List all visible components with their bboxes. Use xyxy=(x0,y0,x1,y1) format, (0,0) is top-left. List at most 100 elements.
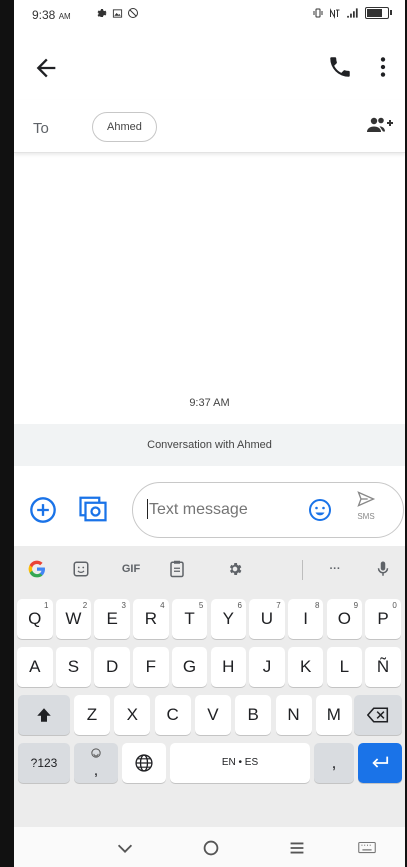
key-n[interactable]: N xyxy=(275,695,312,735)
key-g[interactable]: G xyxy=(171,647,208,687)
phone-call-icon[interactable] xyxy=(327,54,353,80)
key-v[interactable]: V xyxy=(194,695,231,735)
key-o[interactable]: O9 xyxy=(326,599,363,639)
key-l[interactable]: L xyxy=(326,647,363,687)
key-hint: 1 xyxy=(44,601,49,610)
more-options-icon[interactable] xyxy=(373,54,393,80)
gif-button[interactable]: GIF xyxy=(114,558,148,580)
enter-key[interactable] xyxy=(358,743,402,783)
key-a[interactable]: A xyxy=(17,647,53,687)
gallery-camera-icon[interactable] xyxy=(78,494,108,524)
key-label: U xyxy=(260,609,274,628)
key-row-4: ?123 , EN • ES , xyxy=(14,740,405,786)
key-hint: 0 xyxy=(392,601,397,610)
signal-icon xyxy=(347,8,358,18)
system-navigation-bar xyxy=(14,827,405,867)
send-sms-button[interactable]: SMS xyxy=(351,489,381,529)
message-input[interactable] xyxy=(149,501,299,519)
key-j[interactable]: J xyxy=(249,647,285,687)
more-tools-button[interactable]: ··· xyxy=(322,558,348,580)
period-key[interactable]: , xyxy=(314,743,354,783)
nav-home-icon[interactable] xyxy=(200,837,222,859)
key-label: Y xyxy=(222,609,234,628)
key-y[interactable]: Y6 xyxy=(210,599,246,639)
key-r[interactable]: R4 xyxy=(133,599,169,639)
key-w[interactable]: W2 xyxy=(55,599,92,639)
send-icon xyxy=(357,491,376,507)
key-e[interactable]: E3 xyxy=(94,599,130,639)
blocked-notification-icon xyxy=(128,8,138,18)
add-attachment-icon[interactable] xyxy=(29,496,57,524)
clipboard-icon[interactable] xyxy=(164,558,190,580)
key-row-1: Q1W2E3R4T5Y6U7I8O9P0 xyxy=(14,596,405,642)
message-timestamp: 9:37 AM xyxy=(189,397,230,409)
key-c[interactable]: C xyxy=(154,695,191,735)
key-hint: 9 xyxy=(353,601,359,610)
backspace-key[interactable] xyxy=(354,695,402,735)
comma-label: , xyxy=(93,762,99,779)
emoji-comma-key[interactable]: , xyxy=(74,743,118,783)
key-q[interactable]: Q1 xyxy=(17,599,53,639)
key-s[interactable]: S xyxy=(55,647,92,687)
vibrate-icon xyxy=(313,8,323,18)
key-label: Q xyxy=(28,609,42,628)
key-label: E xyxy=(106,609,118,628)
google-g-icon[interactable] xyxy=(24,558,50,580)
symbols-key[interactable]: ?123 xyxy=(18,743,70,783)
keyboard-settings-icon[interactable] xyxy=(222,558,248,580)
battery-icon xyxy=(365,7,392,19)
nav-keyboard-switch-icon[interactable] xyxy=(356,837,378,859)
key-p[interactable]: P0 xyxy=(365,599,401,639)
key-label: W xyxy=(65,609,82,628)
shift-key[interactable] xyxy=(18,695,70,735)
nav-back-chevron-icon[interactable] xyxy=(114,837,136,859)
key-hint: 2 xyxy=(82,601,88,610)
top-app-bar xyxy=(14,40,405,96)
key-hint: 5 xyxy=(198,601,204,610)
key-u[interactable]: U7 xyxy=(249,599,285,639)
status-time: 9:38 AM xyxy=(32,8,71,22)
key-z[interactable]: Z xyxy=(74,695,110,735)
key-i[interactable]: I8 xyxy=(287,599,324,639)
gallery-notification-icon xyxy=(112,8,123,18)
key-b[interactable]: B xyxy=(235,695,272,735)
key-x[interactable]: X xyxy=(114,695,151,735)
key-label: T xyxy=(184,609,195,628)
shift-arrow-icon xyxy=(37,708,51,722)
emoji-icon[interactable] xyxy=(308,498,332,522)
voice-input-icon[interactable] xyxy=(370,558,396,580)
recipient-row: To Ahmed xyxy=(14,100,405,153)
keyboard: GIF ··· Q1W2E3R4T5Y6U7I8O9P0 ASDFGHJKLÑ … xyxy=(14,546,405,827)
key-t[interactable]: T5 xyxy=(171,599,208,639)
text-cursor xyxy=(147,499,148,519)
key-label: P xyxy=(377,609,389,628)
key-label: R xyxy=(144,609,157,628)
key-f[interactable]: F xyxy=(133,647,169,687)
key-label: O xyxy=(337,609,351,628)
key-hint: 3 xyxy=(121,601,126,610)
space-bar[interactable]: EN • ES xyxy=(170,743,310,783)
nav-recents-icon[interactable] xyxy=(286,837,308,859)
key-label: I xyxy=(303,609,308,628)
key-h[interactable]: H xyxy=(210,647,246,687)
key-m[interactable]: M xyxy=(315,695,352,735)
sticker-icon[interactable] xyxy=(68,558,94,580)
back-arrow-icon[interactable] xyxy=(32,54,60,82)
key-ñ[interactable]: Ñ xyxy=(365,647,401,687)
recipient-chip[interactable]: Ahmed xyxy=(92,112,157,142)
key-hint: 4 xyxy=(160,601,165,610)
key-row-3: ZXCVBNM xyxy=(14,692,405,738)
send-sms-label: SMS xyxy=(357,512,375,521)
globe-icon xyxy=(135,754,153,772)
enter-arrow-icon xyxy=(372,756,389,768)
key-row-2: ASDFGHJKLÑ xyxy=(14,644,405,690)
language-key[interactable] xyxy=(122,743,166,783)
settings-gear-icon xyxy=(97,9,107,17)
key-k[interactable]: K xyxy=(287,647,324,687)
message-field[interactable]: SMS xyxy=(132,482,404,538)
status-bar: 9:38 AM xyxy=(14,0,405,32)
add-people-icon[interactable] xyxy=(365,114,393,138)
to-label: To xyxy=(33,120,49,137)
key-d[interactable]: D xyxy=(94,647,130,687)
volte-icon xyxy=(330,8,340,19)
